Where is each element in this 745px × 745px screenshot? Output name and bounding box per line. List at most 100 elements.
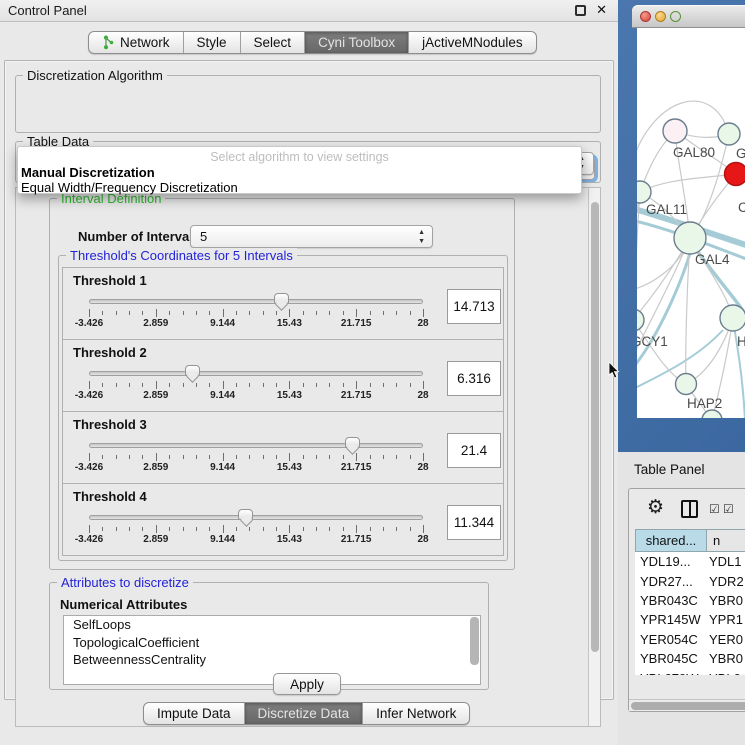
number-of-intervals-spinner[interactable]: 5 ▲▼	[190, 225, 433, 248]
node-gal11[interactable]	[637, 181, 651, 203]
tab-style[interactable]: Style	[184, 32, 241, 53]
slider-track[interactable]	[89, 515, 423, 520]
scrollbar-thumb[interactable]	[591, 202, 599, 652]
gear-icon[interactable]: ⚙	[647, 496, 664, 519]
checkbox-icon[interactable]: ☑	[709, 502, 720, 516]
network-canvas[interactable]: GAL80 G. GAL11 GAL4 GCY1 H HAP2 C	[637, 28, 745, 418]
tick-mark	[183, 383, 184, 387]
tick-mark	[156, 525, 157, 533]
node-gal4[interactable]	[674, 222, 706, 254]
tab-network[interactable]: Network	[89, 32, 184, 53]
dropdown-hint: Select algorithm to view settings	[18, 150, 581, 164]
slider-thumb[interactable]	[238, 509, 253, 520]
table-panel-body: ⚙ ☑ ☑ shared... n YDL19...YDL1 YDR27...Y…	[628, 488, 745, 712]
table-row[interactable]: YPR145WYPR1	[635, 610, 745, 629]
node-red[interactable]	[725, 163, 745, 186]
dropdown-item-manual-discretization[interactable]: Manual Discretization	[21, 165, 155, 180]
threshold-2-slider[interactable]: -3.4262.8599.14415.4321.71528	[89, 367, 423, 401]
column-header-name[interactable]: n	[707, 529, 745, 552]
tick-mark	[183, 455, 184, 459]
table-horizontal-scrollbar[interactable]	[629, 699, 745, 711]
group-legend: Attributes to discretize	[57, 575, 193, 590]
group-legend: Threshold's Coordinates for 5 Intervals	[66, 248, 297, 263]
node-hap2[interactable]	[676, 374, 697, 395]
tick-mark	[316, 527, 317, 531]
table-row[interactable]: YDR27...YDR2	[635, 571, 745, 590]
column-header-shared-name[interactable]: shared...	[635, 529, 707, 552]
tick-label: -3.426	[75, 390, 103, 401]
threshold-1-slider[interactable]: -3.4262.8599.14415.4321.71528	[89, 295, 423, 329]
slider-thumb[interactable]	[185, 365, 200, 376]
list-item[interactable]: SelfLoops	[64, 616, 480, 634]
tick-mark	[329, 455, 330, 459]
tick-mark	[236, 311, 237, 315]
tick-mark	[343, 311, 344, 315]
float-window-icon[interactable]	[575, 5, 586, 16]
tick-mark	[410, 311, 411, 315]
threshold-2-value[interactable]: 6.316	[447, 361, 501, 396]
slider-ticks	[89, 453, 423, 461]
apply-button[interactable]: Apply	[273, 673, 341, 695]
scrollbar-thumb[interactable]	[631, 702, 745, 710]
tick-mark	[410, 383, 411, 387]
close-icon[interactable]: ✕	[596, 2, 607, 18]
slider-thumb[interactable]	[274, 293, 289, 304]
split-columns-icon[interactable]	[681, 500, 698, 518]
threshold-3-value[interactable]: 21.4	[447, 433, 501, 468]
table-row[interactable]: YBR043CYBR0	[635, 591, 745, 610]
tick-mark	[316, 455, 317, 459]
tick-mark	[396, 455, 397, 459]
tick-mark	[303, 455, 304, 459]
slider-thumb[interactable]	[345, 437, 360, 448]
dropdown-item-equal-width[interactable]: Equal Width/Frequency Discretization	[21, 180, 238, 195]
minimize-button[interactable]	[655, 11, 666, 22]
table-row[interactable]: YER054CYER0	[635, 630, 745, 649]
threshold-3-slider[interactable]: -3.4262.8599.14415.4321.71528	[89, 439, 423, 473]
zoom-button[interactable]	[670, 11, 681, 22]
node-h[interactable]	[720, 305, 745, 331]
tick-mark	[410, 455, 411, 459]
threshold-1-value[interactable]: 14.713	[447, 289, 501, 324]
tick-mark	[142, 311, 143, 315]
tick-label: 28	[417, 318, 428, 329]
tick-mark	[142, 527, 143, 531]
table-row[interactable]: YBR045CYBR0	[635, 649, 745, 668]
tab-jactivemnodules[interactable]: jActiveMNodules	[409, 32, 536, 53]
tick-mark	[329, 527, 330, 531]
tick-label: 21.715	[341, 534, 372, 545]
list-item[interactable]: BetweennessCentrality	[64, 651, 480, 669]
node-top-right[interactable]	[718, 123, 740, 145]
tick-mark	[116, 383, 117, 387]
slider-track[interactable]	[89, 443, 423, 448]
tick-mark	[223, 309, 224, 317]
threshold-4-value[interactable]: 11.344	[447, 505, 501, 540]
settings-scrollbar[interactable]	[588, 188, 600, 726]
tick-label: -3.426	[75, 462, 103, 473]
threshold-panel-2: Threshold 2 -3.4262.8599.14415.4321.7152…	[62, 339, 504, 412]
slider-track[interactable]	[89, 371, 423, 376]
list-scrollbar[interactable]	[470, 617, 479, 665]
tab-infer-network[interactable]: Infer Network	[363, 703, 469, 724]
threshold-4-slider[interactable]: -3.4262.8599.14415.4321.71528	[89, 511, 423, 545]
checkbox-icon[interactable]: ☑	[723, 502, 734, 516]
list-item[interactable]: TopologicalCoefficient	[64, 634, 480, 652]
tick-mark	[343, 527, 344, 531]
node-attribute-table[interactable]: shared... n YDL19...YDL1 YDR27...YDR2 YB…	[635, 529, 745, 675]
slider-tick-labels: -3.4262.8599.14415.4321.71528	[89, 462, 423, 473]
tab-impute-data[interactable]: Impute Data	[144, 703, 245, 724]
node-gal80[interactable]	[663, 119, 687, 143]
slider-tick-labels: -3.4262.8599.14415.4321.71528	[89, 534, 423, 545]
table-row[interactable]: YBL079WYBL0	[635, 668, 745, 675]
tab-select[interactable]: Select	[241, 32, 306, 53]
close-button[interactable]	[640, 11, 651, 22]
slider-track[interactable]	[89, 299, 423, 304]
tab-discretize-data[interactable]: Discretize Data	[245, 703, 364, 724]
node-gcy1[interactable]	[637, 309, 644, 331]
table-row[interactable]: YDL19...YDL1	[635, 552, 745, 571]
tick-mark	[102, 527, 103, 531]
network-window-titlebar[interactable]	[632, 5, 745, 28]
spinner-arrows-icon[interactable]: ▲▼	[418, 228, 425, 246]
tab-cyni-toolbox[interactable]: Cyni Toolbox	[305, 32, 409, 53]
tick-mark	[223, 525, 224, 533]
tick-mark	[169, 455, 170, 459]
